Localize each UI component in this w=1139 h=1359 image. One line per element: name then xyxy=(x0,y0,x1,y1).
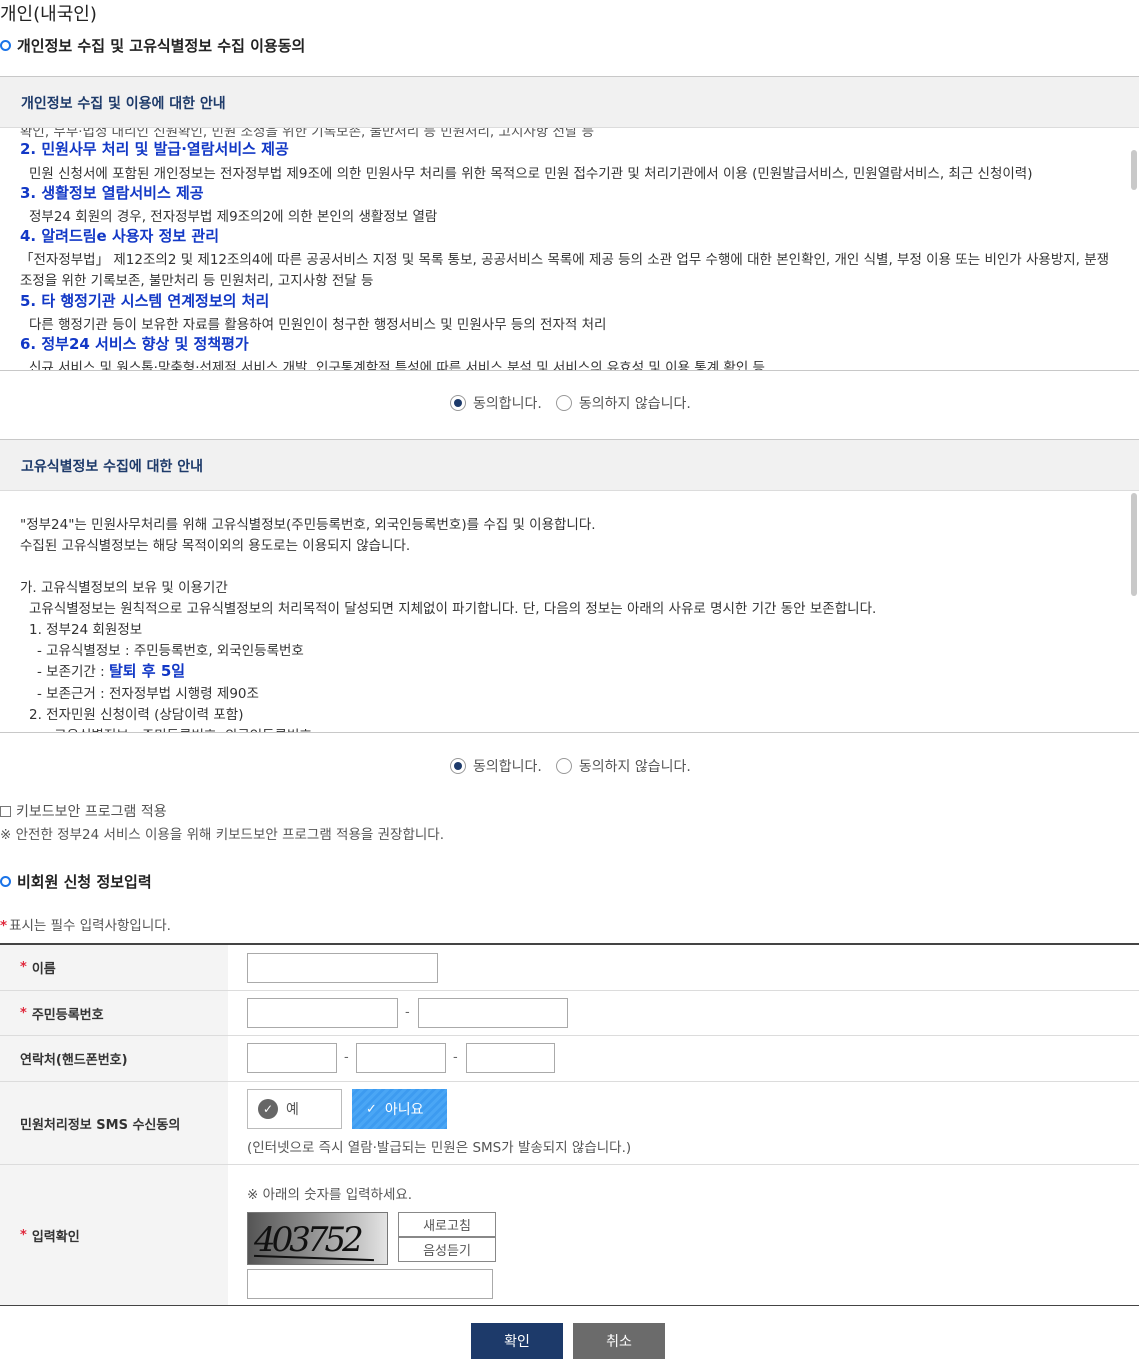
nonmember-form: * 이름 * 주민등록번호 - 연락처(핸드폰번호) - - 민원처리정보 SMS … xyxy=(0,943,1139,1306)
text-line: 수집된 고유식별정보는 해당 목적이외의 용도로는 이용되지 않습니다. xyxy=(20,538,411,554)
form-row-phone: 연락처(핸드폰번호) - - xyxy=(0,1036,1139,1082)
text-line: 2. 전자민원 신청이력 (상담이력 포함) xyxy=(29,707,244,723)
captcha-refresh-button[interactable]: 새로고침 xyxy=(398,1212,496,1237)
form-label: * 입력확인 xyxy=(0,1165,228,1305)
text-line: - 고유식별정보 : 주민등록번호, 외국인등록번호 xyxy=(45,724,312,732)
form-label: 민원처리정보 SMS 수신동의 xyxy=(0,1082,228,1164)
privacy-box-title: 개인정보 수집 및 이용에 대한 안내 xyxy=(21,96,226,112)
text-line: 가. 고유식별정보의 보유 및 이용기간 xyxy=(20,580,228,596)
sms-note: (인터넷으로 즉시 열람·발급되는 민원은 SMS가 발송되지 않습니다.) xyxy=(247,1140,632,1156)
agree-label: 동의합니다. xyxy=(473,396,542,412)
privacy-item-body: 민원 신청서에 포함된 개인정보는 전자정부법 제9조에 의한 민원사무 처리를… xyxy=(29,166,1033,182)
privacy-consent-radios: 동의합니다. 동의하지 않습니다. xyxy=(450,393,691,413)
keyboard-security-option: 키보드보안 프로그램 적용 xyxy=(0,801,167,821)
privacy-item-head: 5. 타 행정기관 시스템 연계정보의 처리 xyxy=(20,292,270,310)
dash-separator: - xyxy=(405,1005,410,1020)
unique-scroll-area[interactable]: "정부24"는 민원사무처리를 위해 고유식별정보(주민등록번호, 외국인등록번… xyxy=(0,491,1139,733)
form-row-sms: 민원처리정보 SMS 수신동의 ✓ 예 ✓ 아니요 (인터넷으로 즉시 열람·발… xyxy=(0,1082,1139,1165)
dash-separator: - xyxy=(453,1050,458,1065)
required-note: * 표시는 필수 입력사항입니다. xyxy=(0,918,171,934)
phone-part3-input[interactable] xyxy=(466,1043,555,1073)
text-line: - 고유식별정보 : 주민등록번호, 외국인등록번호 xyxy=(37,643,304,659)
disagree-label: 동의하지 않습니다. xyxy=(578,396,691,412)
captcha-audio-button[interactable]: 음성듣기 xyxy=(398,1237,496,1262)
required-asterisk-icon: * xyxy=(20,1227,27,1243)
captcha-image: 403752 xyxy=(247,1212,388,1265)
nonmember-section-title: 비회원 신청 정보입력 xyxy=(0,871,152,892)
circle-bullet-icon xyxy=(0,876,11,887)
scrollbar-thumb[interactable] xyxy=(1131,150,1137,190)
check-icon: ✓ xyxy=(366,1101,377,1117)
privacy-item-body: 「전자정부법」 제12조의2 및 제12조의4에 따른 공공서비스 지정 및 목… xyxy=(20,252,1110,268)
keyboard-security-label: 키보드보안 프로그램 적용 xyxy=(16,804,167,820)
sms-yes-option[interactable]: ✓ 예 xyxy=(247,1089,342,1129)
circle-bullet-icon xyxy=(0,40,11,51)
privacy-item-body: 신규 서비스 및 원스톱·맞춤형·선제적 서비스 개발, 인구통계학적 특성에 … xyxy=(29,360,765,371)
form-row-rrn: * 주민등록번호 - xyxy=(0,991,1139,1036)
privacy-item-body: 다른 행정기관 등이 보유한 자료를 활용하여 민원인이 청구한 행정서비스 및… xyxy=(29,317,607,333)
text-line: 고유식별정보는 원칙적으로 고유식별정보의 처리목적이 달성되면 지체없이 파기… xyxy=(29,601,877,617)
rrn-front-input[interactable] xyxy=(247,998,398,1028)
text-line: "정부24"는 민원사무처리를 위해 고유식별정보(주민등록번호, 외국인등록번… xyxy=(20,517,596,533)
required-asterisk-icon: * xyxy=(20,960,27,975)
captcha-instruction: ※ 아래의 숫자를 입력하세요. xyxy=(247,1187,413,1203)
privacy-item-head: 2. 민원사무 처리 및 발급·열람서비스 제공 xyxy=(20,140,289,158)
form-label: 연락처(핸드폰번호) xyxy=(0,1036,228,1081)
privacy-item-head: 3. 생활정보 열람서비스 제공 xyxy=(20,184,204,202)
check-circle-icon: ✓ xyxy=(258,1099,278,1119)
disagree-radio[interactable] xyxy=(555,758,572,774)
text-line: - 보존기간 : 탈퇴 후 5일 xyxy=(37,662,186,680)
scrollbar-thumb[interactable] xyxy=(1131,493,1137,596)
cancel-button[interactable]: 취소 xyxy=(573,1323,665,1359)
confirm-button[interactable]: 확인 xyxy=(471,1323,563,1359)
privacy-item-head: 4. 알려드림e 사용자 정보 관리 xyxy=(20,227,219,245)
form-row-name: * 이름 xyxy=(0,945,1139,991)
consent-section-title: 개인정보 수집 및 고유식별정보 수집 이용동의 xyxy=(0,35,305,56)
captcha-input[interactable] xyxy=(247,1269,493,1299)
unique-box-title: 고유식별정보 수집에 대한 안내 xyxy=(21,459,204,475)
sms-no-option[interactable]: ✓ 아니요 xyxy=(352,1089,447,1129)
disagree-radio[interactable] xyxy=(555,395,572,411)
form-label: * 이름 xyxy=(0,945,228,990)
phone-part1-input[interactable] xyxy=(247,1043,337,1073)
privacy-box-header: 개인정보 수집 및 이용에 대한 안내 xyxy=(0,76,1139,128)
privacy-item-head: 6. 정부24 서비스 향상 및 정책평가 xyxy=(20,335,249,353)
privacy-item-body: 조정을 위한 기록보존, 불만처리 등 민원처리, 고지사항 전달 등 xyxy=(20,273,374,289)
privacy-item-body: 정부24 회원의 경우, 전자정부법 제9조의2에 의한 본인의 생활정보 열람 xyxy=(29,209,438,225)
name-input[interactable] xyxy=(247,953,438,983)
required-asterisk-icon: * xyxy=(0,918,8,934)
form-label: * 주민등록번호 xyxy=(0,991,228,1035)
required-asterisk-icon: * xyxy=(20,1005,27,1021)
dash-separator: - xyxy=(344,1050,349,1065)
agree-label: 동의합니다. xyxy=(473,759,542,775)
keyboard-security-note: ※ 안전한 정부24 서비스 이용을 위해 키보드보안 프로그램 적용을 권장합… xyxy=(0,827,445,843)
form-row-captcha: * 입력확인 ※ 아래의 숫자를 입력하세요. 403752 새로고침 음성듣기 xyxy=(0,1165,1139,1306)
agree-radio[interactable] xyxy=(450,758,466,774)
page-title: 개인(내국인) xyxy=(0,4,97,25)
text-line: 1. 정부24 회원정보 xyxy=(29,622,143,638)
privacy-scroll-area[interactable]: 확인, 무부·법정 대리인 신원확인, 민원 조정을 위한 기록보존, 불만처리… xyxy=(0,128,1139,371)
unique-box-header: 고유식별정보 수집에 대한 안내 xyxy=(0,439,1139,491)
disagree-label: 동의하지 않습니다. xyxy=(578,759,691,775)
agree-radio[interactable] xyxy=(450,395,466,411)
text-line: - 보존근거 : 전자정부법 시행령 제90조 xyxy=(37,686,259,702)
rrn-back-input[interactable] xyxy=(418,998,568,1028)
keyboard-security-checkbox[interactable] xyxy=(0,805,11,817)
unique-consent-radios: 동의합니다. 동의하지 않습니다. xyxy=(450,756,691,776)
phone-part2-input[interactable] xyxy=(356,1043,446,1073)
